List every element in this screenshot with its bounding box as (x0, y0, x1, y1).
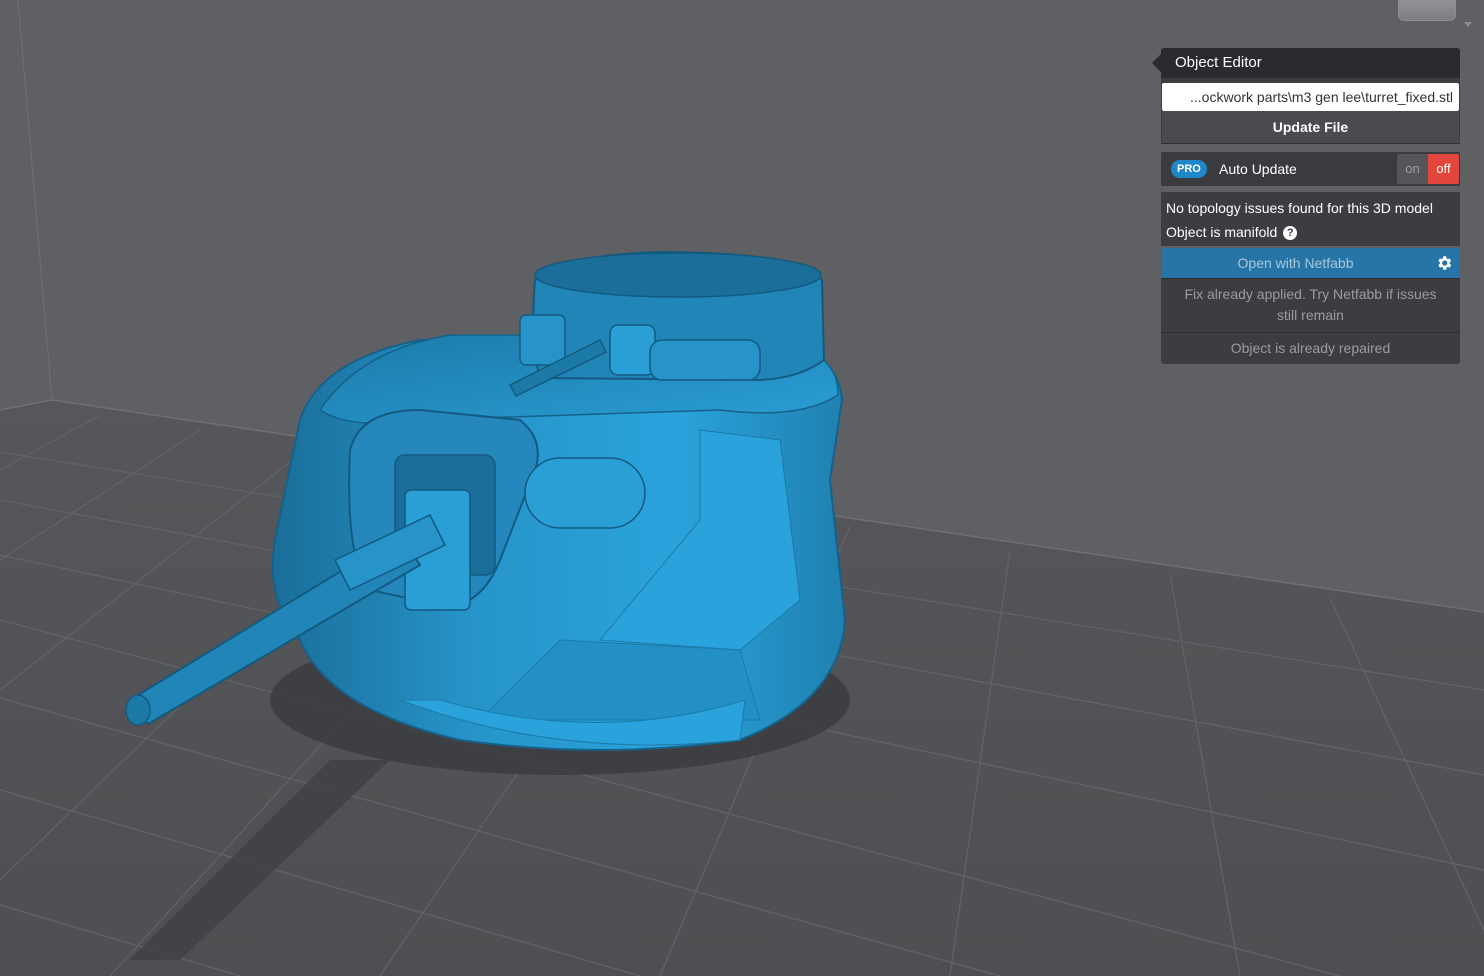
gear-icon[interactable] (1429, 248, 1459, 278)
netfabb-row: Open with Netfabb (1162, 248, 1459, 278)
open-with-netfabb-button[interactable]: Open with Netfabb (1162, 248, 1429, 278)
view-cube-dropdown-icon[interactable] (1464, 22, 1472, 27)
pro-badge: PRO (1171, 160, 1207, 178)
manifold-message: Object is manifold (1166, 224, 1278, 240)
topology-message: No topology issues found for this 3D mod… (1166, 200, 1433, 216)
auto-update-toggle[interactable]: on off (1397, 154, 1459, 184)
object-editor-panel: Object Editor Update File PRO Auto Updat… (1152, 48, 1460, 364)
topology-section: No topology issues found for this 3D mod… (1161, 192, 1460, 246)
view-cube-icon[interactable] (1398, 0, 1456, 21)
auto-update-label: Auto Update (1219, 161, 1297, 177)
update-file-button[interactable]: Update File (1162, 111, 1459, 144)
toggle-off[interactable]: off (1428, 154, 1459, 184)
manifold-line: Object is manifold? (1166, 220, 1455, 244)
editor-file-section: Update File (1161, 78, 1460, 144)
file-path-input[interactable] (1162, 83, 1459, 111)
gear-icon-svg (1438, 256, 1452, 270)
toggle-on[interactable]: on (1397, 154, 1428, 184)
editor-title: Object Editor (1161, 48, 1460, 78)
wall-edge (17, 0, 53, 401)
repaired-message: Object is already repaired (1161, 332, 1460, 364)
auto-update-row: PRO Auto Update on off (1161, 152, 1460, 186)
panel-pointer (1152, 54, 1161, 72)
help-icon[interactable]: ? (1283, 226, 1298, 240)
fix-applied-message: Fix already applied. Try Netfabb if issu… (1161, 278, 1460, 332)
